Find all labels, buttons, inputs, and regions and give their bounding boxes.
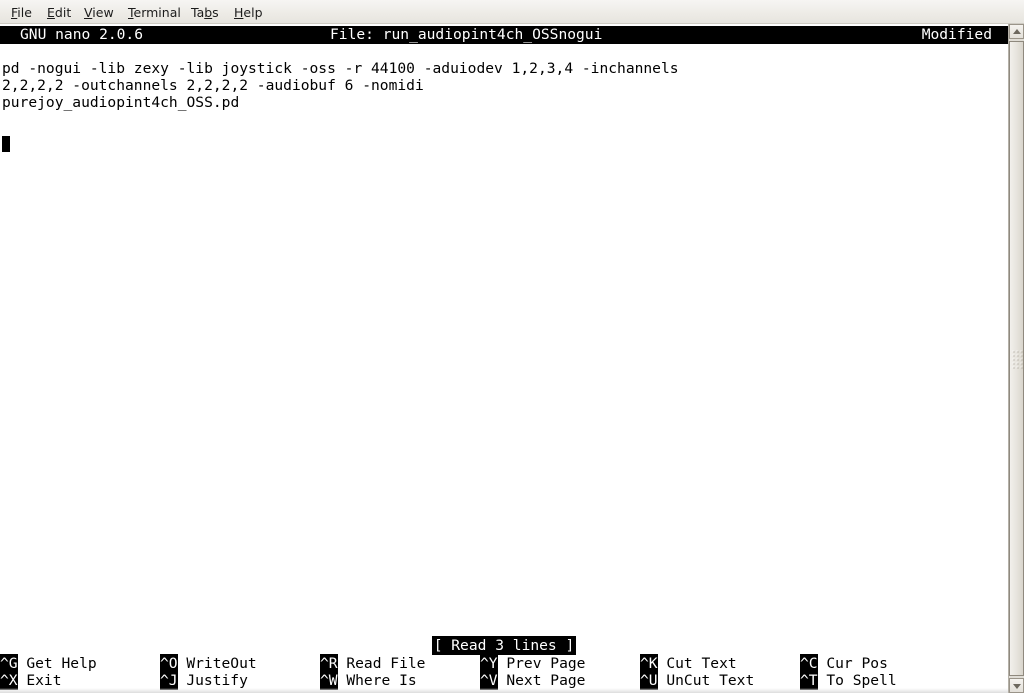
terminal-window: File Edit View Terminal Tabs Help GNU na…: [0, 0, 1024, 693]
shortcut-label: Next Page: [497, 672, 586, 689]
scroll-down-arrow-icon[interactable]: [1009, 678, 1024, 693]
shortcut-key: ^U: [640, 671, 658, 690]
menu-item-file[interactable]: File: [6, 4, 37, 21]
menu-mnemonic: V: [84, 5, 93, 20]
shortcut-key: ^X: [0, 671, 18, 690]
shortcut-label: Cut Text: [657, 655, 737, 672]
scrollbar-grip-icon: [1012, 350, 1021, 367]
shortcut-label: Get Help: [17, 655, 97, 672]
menu-item-terminal[interactable]: Terminal: [123, 4, 186, 21]
menu-item-help[interactable]: Help: [229, 4, 268, 21]
shortcut-label: Read File: [337, 655, 426, 672]
shortcut-row-1: ^G Get Help ^O WriteOut ^R Read File ^Y Pre…: [0, 654, 1008, 673]
shortcut-label: Cur Pos: [817, 655, 888, 672]
nano-status-message-text: [ Read 3 lines ]: [431, 636, 577, 655]
triangle-up-icon: [1012, 28, 1021, 34]
shortcut-label: WriteOut: [177, 655, 257, 672]
menu-mnemonic: E: [47, 5, 55, 20]
nano-modified-indicator: Modified: [921, 26, 992, 43]
shortcut-label: Justify: [177, 672, 248, 689]
shortcut-label: Exit: [17, 672, 62, 689]
shortcut-row-2: ^X Exit ^J Justify ^W Where Is ^V Next Page…: [0, 671, 1008, 690]
buffer-line-3: purejoy_audiopint4ch_OSS.pd: [2, 94, 240, 111]
buffer-line-2: 2,2,2,2 -outchannels 2,2,2,2 -audiobuf 6…: [2, 77, 424, 94]
terminal-screen[interactable]: GNU nano 2.0.6 File: run_audiopint4ch_OS…: [0, 24, 1008, 693]
menu-mnemonic: H: [234, 5, 244, 20]
vertical-scrollbar[interactable]: [1008, 24, 1024, 693]
text-cursor: [2, 136, 10, 152]
shortcut-key: ^V: [480, 671, 498, 690]
shortcut-label: To Spell: [817, 672, 897, 689]
shortcut-label: Prev Page: [497, 655, 586, 672]
menu-mnemonic: b: [204, 5, 213, 20]
shortcut-where-is[interactable]: ^W Where Is: [320, 671, 417, 690]
shortcut-label: UnCut Text: [657, 672, 755, 689]
shortcut-uncut-text[interactable]: ^U UnCut Text: [640, 671, 755, 690]
shortcut-key: ^T: [800, 671, 818, 690]
menu-mnemonic: T: [128, 5, 134, 20]
triangle-down-icon: [1012, 683, 1021, 689]
menu-bar: File Edit View Terminal Tabs Help: [0, 0, 1024, 24]
shortcut-label: Where Is: [337, 672, 417, 689]
menu-item-edit[interactable]: Edit: [42, 4, 76, 21]
menu-item-view[interactable]: View: [79, 4, 119, 21]
shortcut-to-spell[interactable]: ^T To Spell: [800, 671, 897, 690]
nano-filename-label: File: run_audiopint4ch_OSSnogui: [330, 26, 603, 43]
scrollbar-trough[interactable]: [1009, 39, 1024, 678]
nano-title-bar: GNU nano 2.0.6 File: run_audiopint4ch_OS…: [0, 26, 1008, 44]
shortcut-justify[interactable]: ^J Justify: [160, 671, 248, 690]
buffer-line-1: pd -nogui -lib zexy -lib joystick -oss -…: [2, 60, 679, 77]
shortcut-key: ^J: [160, 671, 178, 690]
nano-version-label: GNU nano 2.0.6: [20, 26, 144, 43]
shortcut-key: ^W: [320, 671, 338, 690]
scrollbar-thumb[interactable]: [1009, 41, 1024, 676]
menu-mnemonic: F: [11, 5, 18, 20]
scroll-up-arrow-icon[interactable]: [1009, 24, 1024, 39]
nano-status-message: [ Read 3 lines ]: [0, 636, 1008, 655]
menu-item-tabs[interactable]: Tabs: [186, 4, 224, 21]
shortcut-next-page[interactable]: ^V Next Page: [480, 671, 586, 690]
nano-shortcut-bar: ^G Get Help ^O WriteOut ^R Read File ^Y Pre…: [0, 654, 1008, 693]
shortcut-exit[interactable]: ^X Exit: [0, 671, 62, 690]
